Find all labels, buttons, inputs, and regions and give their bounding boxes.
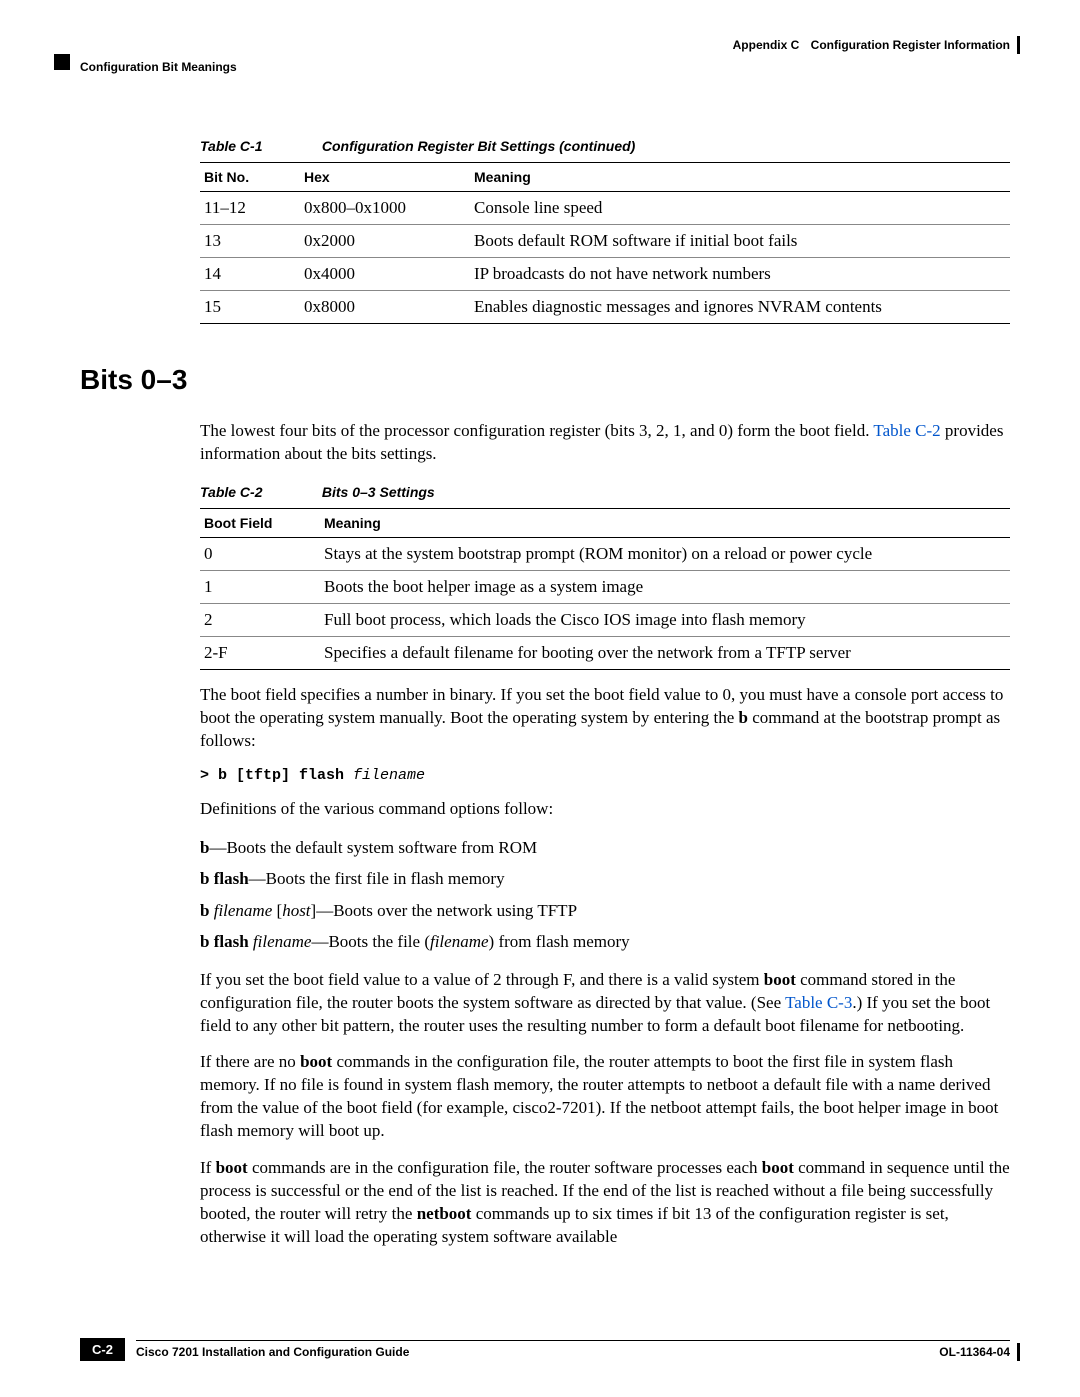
def-item: b flash—Boots the first file in flash me…: [200, 866, 1010, 892]
cell: IP broadcasts do not have network number…: [470, 258, 1010, 291]
def-desc: Boots the first file in flash memory: [266, 869, 505, 888]
para-p5: If boot commands are in the configuratio…: [200, 1157, 1010, 1249]
cell: 0: [200, 537, 320, 570]
keyword-boot: boot: [300, 1052, 332, 1071]
cell: 11–12: [200, 192, 300, 225]
cell: 0x800–0x1000: [300, 192, 470, 225]
para-intro: The lowest four bits of the processor co…: [200, 420, 1010, 466]
def-desc: Boots over the network using TFTP: [333, 901, 577, 920]
cell: 1: [200, 570, 320, 603]
table-row: 15 0x8000 Enables diagnostic messages an…: [200, 291, 1010, 324]
section-heading: Bits 0–3: [80, 364, 1010, 396]
table-c1-title: Configuration Register Bit Settings (con…: [322, 138, 635, 154]
def-item: b flash filename—Boots the file (filenam…: [200, 929, 1010, 955]
def-desc: Boots the default system software from R…: [226, 838, 537, 857]
cell: Full boot process, which loads the Cisco…: [320, 603, 1010, 636]
text: [: [272, 901, 282, 920]
table-c1-head-mean: Meaning: [470, 163, 1010, 192]
keyword-boot: boot: [762, 1158, 794, 1177]
def-ital: filename: [430, 932, 489, 951]
cell: Specifies a default filename for booting…: [320, 636, 1010, 669]
cell: Console line speed: [470, 192, 1010, 225]
text: commands are in the configuration file, …: [248, 1158, 762, 1177]
table-row: 11–12 0x800–0x1000 Console line speed: [200, 192, 1010, 225]
definition-list: b—Boots the default system software from…: [200, 835, 1010, 955]
appendix-label: Appendix C: [733, 38, 800, 52]
xref-table-c2[interactable]: Table C-2: [873, 421, 940, 440]
table-c2-title: Bits 0–3 Settings: [322, 484, 435, 500]
text: If: [200, 1158, 216, 1177]
cell: 15: [200, 291, 300, 324]
cell: 2-F: [200, 636, 320, 669]
table-c1-caption: Table C-1 Configuration Register Bit Set…: [200, 138, 1010, 154]
def-item: b—Boots the default system software from…: [200, 835, 1010, 861]
table-row: 2 Full boot process, which loads the Cis…: [200, 603, 1010, 636]
table-row: 14 0x4000 IP broadcasts do not have netw…: [200, 258, 1010, 291]
footer-rule-right: [1017, 1343, 1020, 1361]
table-c2-caption: Table C-2 Bits 0–3 Settings: [200, 484, 1010, 500]
def-term: b flash: [200, 932, 253, 951]
table-row: 2-F Specifies a default filename for boo…: [200, 636, 1010, 669]
def-desc: Boots the file (: [328, 932, 430, 951]
def-term: b: [200, 901, 214, 920]
para-defs-intro: Definitions of the various command optio…: [200, 798, 1010, 821]
sep: —: [316, 901, 333, 920]
def-ital: filename: [253, 932, 312, 951]
table-c1-label: Table C-1: [200, 138, 318, 154]
def-ital: filename: [214, 901, 273, 920]
footer-page-number: C-2: [80, 1338, 125, 1361]
cell: Boots the boot helper image as a system …: [320, 570, 1010, 603]
table-c2-label: Table C-2: [200, 484, 318, 500]
text: If there are no: [200, 1052, 300, 1071]
cell: Enables diagnostic messages and ignores …: [470, 291, 1010, 324]
header-section: Configuration Bit Meanings: [80, 60, 237, 74]
sep: —: [311, 932, 328, 951]
para-bootfield: The boot field specifies a number in bin…: [200, 684, 1010, 753]
page-header: Appendix C Configuration Register Inform…: [80, 38, 1010, 78]
keyword-boot: boot: [764, 970, 796, 989]
cell: Boots default ROM software if initial bo…: [470, 225, 1010, 258]
para-p3: If you set the boot field value to a val…: [200, 969, 1010, 1038]
sep: —: [209, 838, 226, 857]
cell: 14: [200, 258, 300, 291]
header-rule-right: [1017, 36, 1020, 54]
table-c1: Bit No. Hex Meaning 11–12 0x800–0x1000 C…: [200, 162, 1010, 324]
footer-doc-id: OL-11364-04: [939, 1345, 1010, 1359]
appendix-title: Configuration Register Information: [811, 38, 1010, 52]
def-desc: ) from flash memory: [489, 932, 630, 951]
header-right: Appendix C Configuration Register Inform…: [733, 38, 1010, 52]
cell: 2: [200, 603, 320, 636]
command-arg: filename: [353, 767, 425, 784]
sep: —: [249, 869, 266, 888]
header-square-icon: [54, 54, 70, 70]
para-p4: If there are no boot commands in the con…: [200, 1051, 1010, 1143]
table-row: 0 Stays at the system bootstrap prompt (…: [200, 537, 1010, 570]
table-row: 1 Boots the boot helper image as a syste…: [200, 570, 1010, 603]
cell: 13: [200, 225, 300, 258]
keyword-netboot: netboot: [417, 1204, 472, 1223]
command-text: > b [tftp] flash: [200, 767, 353, 784]
keyword-boot: boot: [216, 1158, 248, 1177]
def-term: b flash: [200, 869, 249, 888]
cell: 0x4000: [300, 258, 470, 291]
def-ital: host: [282, 901, 310, 920]
text: The lowest four bits of the processor co…: [200, 421, 873, 440]
table-c2-head-boot: Boot Field: [200, 508, 320, 537]
footer-guide: Cisco 7201 Installation and Configuratio…: [136, 1340, 1010, 1359]
table-row: 13 0x2000 Boots default ROM software if …: [200, 225, 1010, 258]
page-footer: Cisco 7201 Installation and Configuratio…: [80, 1340, 1010, 1359]
cell: 0x2000: [300, 225, 470, 258]
def-item: b filename [host]—Boots over the network…: [200, 898, 1010, 924]
cell: 0x8000: [300, 291, 470, 324]
table-c1-head-bitno: Bit No.: [200, 163, 300, 192]
command-example: > b [tftp] flash filename: [200, 767, 1010, 784]
table-c2-head-mean: Meaning: [320, 508, 1010, 537]
text: If you set the boot field value to a val…: [200, 970, 764, 989]
cell: Stays at the system bootstrap prompt (RO…: [320, 537, 1010, 570]
xref-table-c3[interactable]: Table C-3: [785, 993, 852, 1012]
keyword-b: b: [739, 708, 748, 727]
table-c1-head-hex: Hex: [300, 163, 470, 192]
table-c2: Boot Field Meaning 0 Stays at the system…: [200, 508, 1010, 670]
